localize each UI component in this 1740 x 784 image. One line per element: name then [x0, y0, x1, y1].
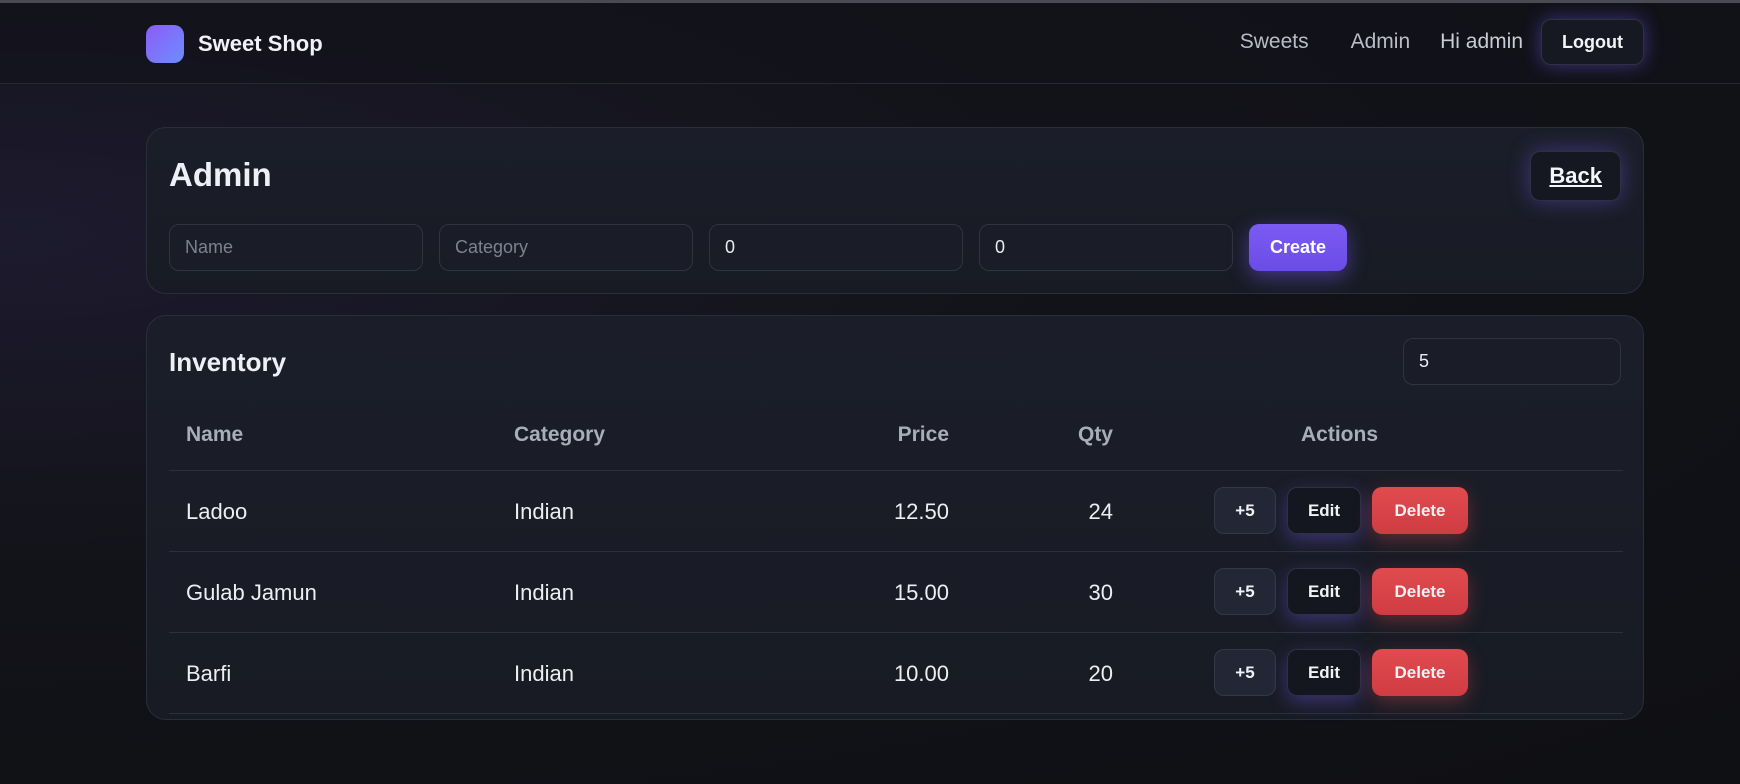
cell-category: Indian: [514, 661, 574, 686]
cell-price: 10.00: [893, 661, 949, 686]
table-row: Gulab Jamun Indian 15.00 30 +5 Edit Dele…: [169, 552, 1623, 633]
restock-button[interactable]: +5: [1214, 487, 1276, 534]
inventory-card: Inventory Name Category Price Qty Action…: [146, 315, 1644, 720]
cell-name: Barfi: [186, 661, 232, 686]
cell-qty: 24: [1088, 499, 1113, 524]
column-header-name: Name: [186, 423, 244, 446]
navbar: Sweet Shop Sweets Admin Hi admin Logout: [0, 3, 1740, 84]
row-actions: +5 Edit Delete: [1214, 649, 1479, 696]
create-button[interactable]: Create: [1249, 224, 1348, 271]
cell-qty: 20: [1088, 661, 1113, 686]
delete-button[interactable]: Delete: [1372, 487, 1468, 534]
column-header-category: Category: [514, 423, 606, 446]
nav-links: Sweets Admin Hi admin Logout: [1240, 19, 1644, 65]
user-greeting: Hi admin: [1440, 30, 1524, 53]
delete-button[interactable]: Delete: [1372, 649, 1468, 696]
admin-card: Admin Back Create: [146, 127, 1644, 294]
delete-button[interactable]: Delete: [1372, 568, 1468, 615]
restock-button[interactable]: +5: [1214, 568, 1276, 615]
edit-button[interactable]: Edit: [1287, 568, 1361, 615]
brand[interactable]: Sweet Shop: [146, 25, 323, 63]
price-input[interactable]: [709, 224, 963, 271]
nav-link-sweets[interactable]: Sweets: [1240, 30, 1309, 54]
edit-button[interactable]: Edit: [1287, 487, 1361, 534]
inventory-title: Inventory: [169, 347, 287, 377]
back-button[interactable]: Back: [1530, 151, 1621, 201]
name-input[interactable]: [169, 224, 423, 271]
row-actions: +5 Edit Delete: [1214, 487, 1479, 534]
table-row: Barfi Indian 10.00 20 +5 Edit Delete: [169, 633, 1623, 714]
quantity-input[interactable]: [979, 224, 1233, 271]
inventory-table: Name Category Price Qty Actions Ladoo In…: [169, 399, 1623, 714]
cell-category: Indian: [514, 580, 574, 605]
cell-price: 12.50: [893, 499, 949, 524]
cell-qty: 30: [1088, 580, 1113, 605]
category-input[interactable]: [439, 224, 693, 271]
column-header-price: Price: [897, 423, 949, 446]
table-header: Name Category Price Qty Actions: [169, 399, 1623, 471]
restock-button[interactable]: +5: [1214, 649, 1276, 696]
table-row: Ladoo Indian 12.50 24 +5 Edit Delete: [169, 471, 1623, 552]
logout-button[interactable]: Logout: [1541, 19, 1644, 65]
cell-category: Indian: [514, 499, 574, 524]
logo-icon: [146, 25, 184, 63]
restock-amount-input[interactable]: [1403, 338, 1621, 385]
cell-name: Ladoo: [186, 499, 248, 524]
edit-button[interactable]: Edit: [1287, 649, 1361, 696]
nav-link-admin[interactable]: Admin: [1351, 30, 1411, 54]
cell-price: 15.00: [893, 580, 949, 605]
column-header-actions: Actions: [1301, 423, 1379, 446]
column-header-qty: Qty: [1077, 423, 1113, 446]
create-sweet-form: Create: [169, 224, 1348, 271]
page-title: Admin: [169, 156, 272, 193]
brand-name: Sweet Shop: [198, 31, 323, 56]
row-actions: +5 Edit Delete: [1214, 568, 1479, 615]
cell-name: Gulab Jamun: [186, 580, 317, 605]
